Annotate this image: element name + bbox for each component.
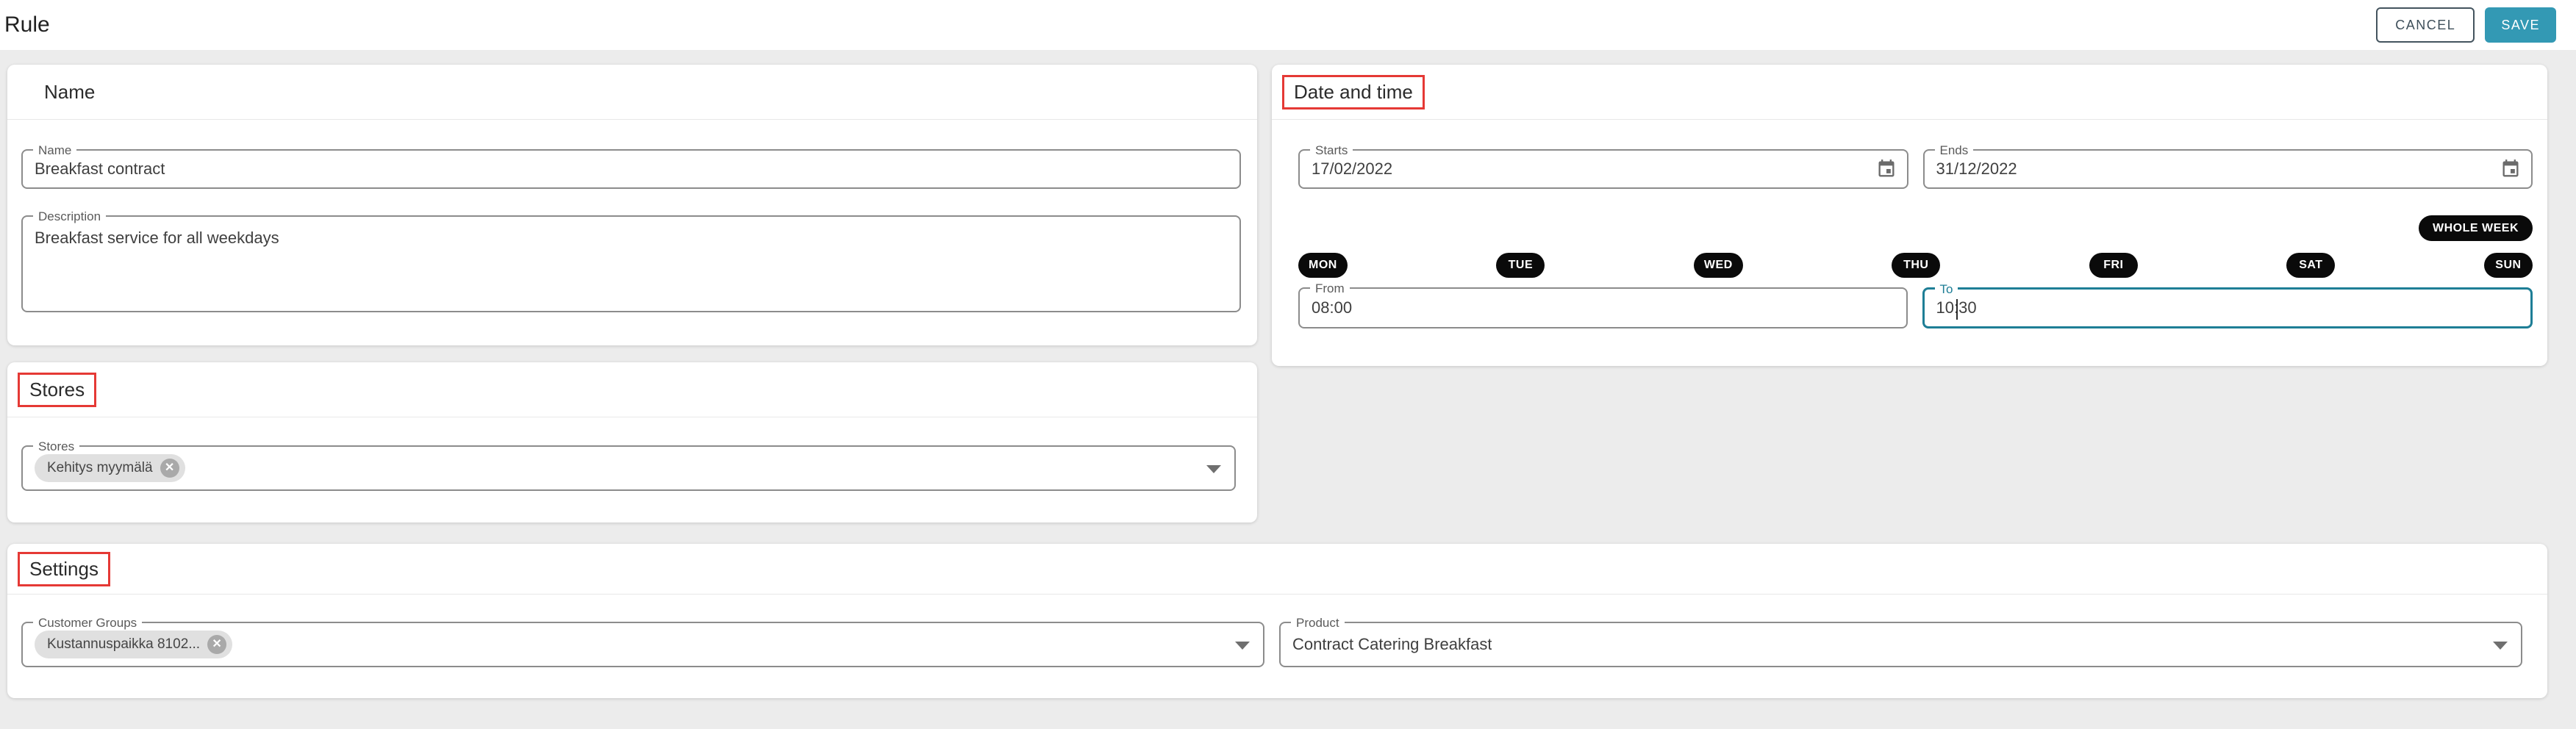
chevron-down-icon[interactable]	[1206, 465, 1221, 473]
top-bar: Rule CANCEL SAVE	[0, 0, 2576, 50]
name-field-label: Name	[33, 143, 76, 158]
to-field[interactable]: To	[1922, 287, 2533, 328]
product-select-label: Product	[1291, 615, 1345, 631]
datetime-card-header: Date and time	[1272, 65, 2547, 120]
datetime-card: Date and time Starts Ends	[1272, 65, 2547, 366]
day-pill-thu[interactable]: THU	[1892, 253, 1940, 278]
customer-groups-select[interactable]: Customer Groups Kustannuspaikka 8102... …	[21, 622, 1264, 667]
page-title: Rule	[4, 12, 50, 37]
to-input[interactable]	[1936, 298, 2519, 317]
stores-select-label: Stores	[33, 439, 79, 454]
calendar-icon[interactable]	[1876, 159, 1897, 183]
name-section-title: Name	[44, 81, 95, 104]
ends-field-label: Ends	[1935, 143, 1974, 158]
from-input[interactable]	[1312, 298, 1895, 317]
from-field[interactable]: From	[1298, 287, 1908, 328]
content-area: Name Name Description Breakfast service …	[0, 50, 2576, 698]
stores-chip: Kehitys myymälä ✕	[35, 454, 185, 482]
name-input[interactable]	[35, 159, 1228, 179]
chevron-down-icon[interactable]	[2493, 642, 2508, 650]
stores-card-header: Stores	[7, 362, 1257, 417]
ends-input[interactable]	[1936, 159, 2520, 179]
settings-card-header: Settings	[7, 544, 2547, 595]
description-input[interactable]: Breakfast service for all weekdays	[35, 229, 1228, 311]
ends-field[interactable]: Ends	[1923, 149, 2533, 189]
product-select-value: Contract Catering Breakfast	[1292, 635, 1492, 654]
datetime-section-title: Date and time	[1294, 81, 1413, 103]
topbar-actions: CANCEL SAVE	[2376, 7, 2556, 43]
day-pill-sat[interactable]: SAT	[2286, 253, 2335, 278]
day-pill-sun[interactable]: SUN	[2484, 253, 2533, 278]
stores-chip-label: Kehitys myymälä	[47, 460, 153, 476]
whole-week-pill[interactable]: WHOLE WEEK	[2419, 215, 2533, 241]
save-button[interactable]: SAVE	[2485, 7, 2556, 43]
description-field[interactable]: Description Breakfast service for all we…	[21, 215, 1241, 312]
day-pill-tue[interactable]: TUE	[1496, 253, 1545, 278]
starts-field[interactable]: Starts	[1298, 149, 1908, 189]
datetime-annotation-box: Date and time	[1282, 75, 1425, 109]
stores-select[interactable]: Stores Kehitys myymälä ✕	[21, 445, 1236, 491]
starts-input[interactable]	[1312, 159, 1895, 179]
settings-section-title: Settings	[29, 558, 99, 580]
settings-annotation-box: Settings	[18, 552, 110, 586]
description-field-label: Description	[33, 209, 106, 224]
stores-card: Stores Stores Kehitys myymälä ✕	[7, 362, 1257, 522]
to-field-label: To	[1935, 281, 1958, 297]
settings-card: Settings Customer Groups Kustannuspaikka…	[7, 544, 2547, 698]
name-card: Name Name Description Breakfast service …	[7, 65, 1257, 345]
cancel-button[interactable]: CANCEL	[2376, 7, 2475, 43]
starts-field-label: Starts	[1310, 143, 1353, 158]
day-pill-wed[interactable]: WED	[1694, 253, 1743, 278]
customer-groups-label: Customer Groups	[33, 615, 142, 631]
close-icon[interactable]: ✕	[207, 635, 226, 654]
name-card-header: Name	[7, 65, 1257, 120]
text-caret	[1956, 299, 1958, 320]
product-select[interactable]: Product Contract Catering Breakfast	[1279, 622, 2522, 667]
customer-groups-chip: Kustannuspaikka 8102... ✕	[35, 631, 232, 658]
close-icon[interactable]: ✕	[160, 459, 179, 478]
calendar-icon[interactable]	[2500, 159, 2521, 183]
day-pill-mon[interactable]: MON	[1298, 253, 1348, 278]
weekday-pills-row: MON TUE WED THU FRI SAT SUN	[1298, 253, 2533, 278]
stores-section-title: Stores	[29, 378, 85, 401]
name-field[interactable]: Name	[21, 149, 1241, 189]
from-field-label: From	[1310, 281, 1350, 296]
stores-annotation-box: Stores	[18, 373, 96, 407]
chevron-down-icon[interactable]	[1235, 642, 1250, 650]
day-pill-fri[interactable]: FRI	[2089, 253, 2138, 278]
customer-groups-chip-label: Kustannuspaikka 8102...	[47, 636, 200, 653]
